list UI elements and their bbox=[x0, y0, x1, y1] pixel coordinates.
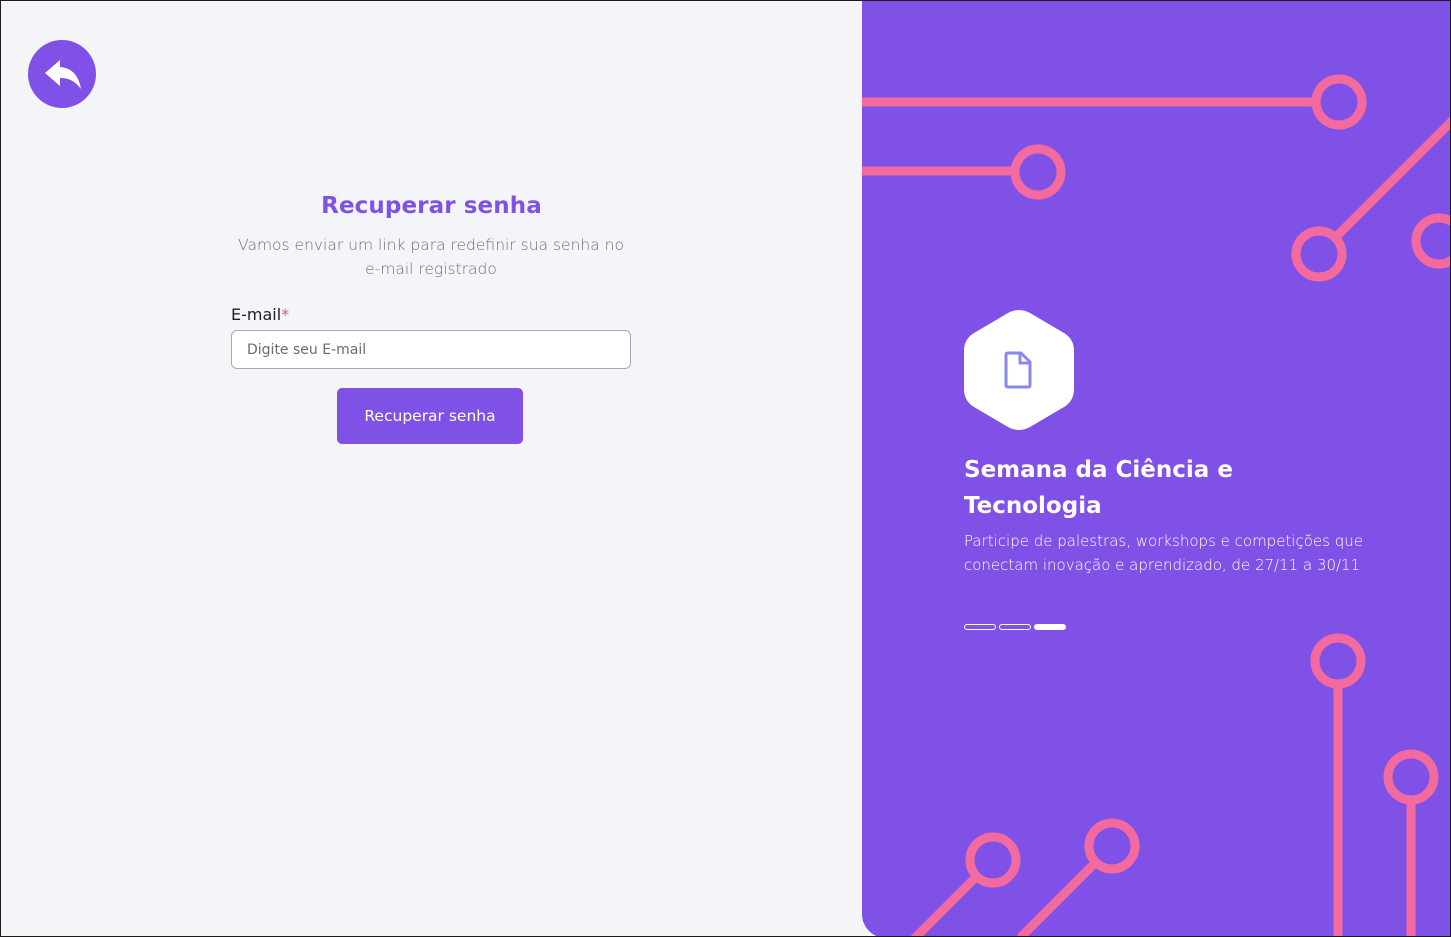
carousel-dot-3[interactable] bbox=[1034, 624, 1066, 630]
carousel-indicators bbox=[964, 624, 1066, 630]
reply-arrow-icon bbox=[45, 60, 81, 89]
page-subtitle: Vamos enviar um link para redefinir sua … bbox=[238, 236, 624, 278]
carousel-dot-1[interactable] bbox=[964, 624, 996, 630]
back-button[interactable] bbox=[28, 40, 96, 108]
promo-panel: Semana da Ciência e Tecnologia Participe… bbox=[862, 1, 1450, 936]
required-marker: * bbox=[281, 305, 290, 324]
email-label-text: E-mail bbox=[231, 305, 282, 324]
promo-description: Participe de palestras, workshops e comp… bbox=[964, 532, 1363, 574]
app-window: Recuperar senha Vamos enviar um link par… bbox=[0, 0, 1451, 937]
recover-password-panel: Recuperar senha Vamos enviar um link par… bbox=[1, 1, 862, 936]
page-title: Recuperar senha bbox=[321, 193, 542, 219]
email-label: E-mail* bbox=[231, 305, 289, 324]
document-icon bbox=[1004, 351, 1032, 389]
promo-title: Semana da Ciência e Tecnologia bbox=[964, 457, 1233, 519]
email-field[interactable] bbox=[231, 330, 631, 369]
recover-password-button[interactable]: Recuperar senha bbox=[337, 388, 523, 444]
carousel-dot-2[interactable] bbox=[999, 624, 1031, 630]
